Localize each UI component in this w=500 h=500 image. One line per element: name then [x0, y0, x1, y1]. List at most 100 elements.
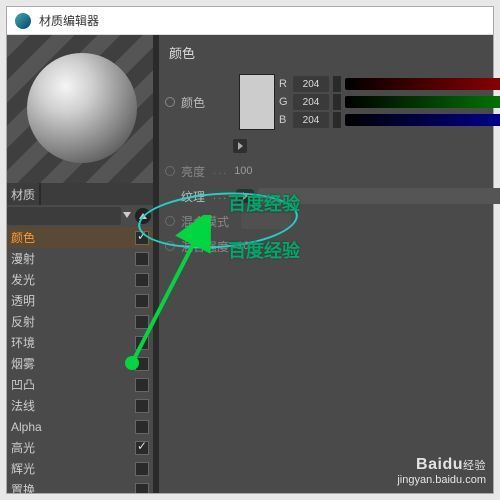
r-label: R	[279, 78, 293, 90]
channel-label: 颜色	[11, 229, 35, 246]
color-swatch[interactable]	[239, 74, 275, 130]
separator	[39, 183, 41, 205]
channel-label: 环境	[11, 334, 35, 351]
channel-label: 置换	[11, 481, 35, 493]
app-body: 材质 颜色漫射发光透明反射环境烟雾凹凸法线 Alpha 高光辉光置换 颜色 颜色	[7, 35, 493, 493]
section-title: 颜色	[165, 43, 500, 62]
expand-toggle-icon[interactable]	[165, 241, 175, 251]
channel-checkbox[interactable]	[135, 462, 149, 476]
channel-checkbox[interactable]	[135, 441, 149, 455]
blend-mode-dropdown[interactable]	[241, 213, 291, 229]
brightness-value[interactable]: 100	[234, 165, 252, 177]
channel-checkbox[interactable]	[135, 378, 149, 392]
channel-label: 辉光	[11, 460, 35, 477]
material-name-label: 材质	[7, 186, 39, 203]
brightness-label: 亮度	[181, 163, 205, 180]
color-label: 颜色	[181, 94, 231, 111]
triangle-up-icon	[139, 213, 147, 219]
rgb-row-r: R 204	[279, 76, 500, 92]
channel-label: 漫射	[11, 250, 35, 267]
shader-row	[7, 205, 155, 227]
channel-row[interactable]: 高光	[7, 437, 155, 458]
b-value-input[interactable]: 204	[293, 112, 329, 128]
material-name-row: 材质	[7, 183, 155, 205]
triangle-right-icon	[243, 192, 248, 200]
g-label: G	[279, 96, 293, 108]
expand-toggle-icon[interactable]	[165, 216, 175, 226]
preview-sphere	[27, 53, 137, 163]
color-model-row	[233, 136, 500, 156]
channel-row[interactable]: 透明	[7, 290, 155, 311]
channel-checkbox[interactable]	[135, 336, 149, 350]
b-slider[interactable]	[345, 114, 500, 126]
r-value-input[interactable]: 204	[293, 76, 329, 92]
r-spinner[interactable]	[333, 76, 341, 92]
texture-slot[interactable]	[258, 188, 500, 204]
material-name-input[interactable]	[43, 183, 155, 205]
channel-label: 透明	[11, 292, 35, 309]
texture-picker-button[interactable]	[236, 189, 254, 203]
b-label: B	[279, 114, 293, 126]
channel-label: 发光	[11, 271, 35, 288]
shader-dropdown[interactable]	[7, 207, 121, 225]
rgb-stack: R 204 G 204 B 204	[279, 76, 500, 128]
channel-checkbox[interactable]	[135, 357, 149, 371]
dots: ...	[213, 165, 228, 177]
channel-label: 法线	[11, 397, 35, 414]
channel-row[interactable]: Alpha	[7, 416, 155, 437]
blend-mode-row: 混合模式	[165, 211, 500, 231]
brightness-row: 亮度 ... 100	[165, 161, 500, 181]
channel-label: Alpha	[11, 420, 42, 434]
channel-row[interactable]: 漫射	[7, 248, 155, 269]
channel-row[interactable]: 法线	[7, 395, 155, 416]
channel-checkbox[interactable]	[135, 273, 149, 287]
b-spinner[interactable]	[333, 112, 341, 128]
channel-row[interactable]: 颜色	[7, 227, 155, 248]
channel-label: 高光	[11, 439, 35, 456]
channel-checkbox[interactable]	[135, 315, 149, 329]
material-preview[interactable]	[7, 35, 155, 183]
channel-row[interactable]: 烟雾	[7, 353, 155, 374]
triangle-right-icon	[238, 142, 243, 150]
blend-mode-label: 混合模式	[181, 213, 229, 230]
channel-row[interactable]: 反射	[7, 311, 155, 332]
channel-label: 反射	[11, 313, 35, 330]
channel-checkbox[interactable]	[135, 399, 149, 413]
dots: ...	[213, 190, 228, 202]
g-value-input[interactable]: 204	[293, 94, 329, 110]
titlebar[interactable]: 材质编辑器	[7, 7, 493, 35]
expand-toggle-icon[interactable]	[165, 166, 175, 176]
channel-checkbox[interactable]	[135, 231, 149, 245]
channel-row[interactable]: 凹凸	[7, 374, 155, 395]
right-panel: 颜色 颜色 R 204 G 204	[155, 35, 500, 493]
channel-checkbox[interactable]	[135, 294, 149, 308]
window-title: 材质编辑器	[39, 12, 99, 29]
g-spinner[interactable]	[333, 94, 341, 110]
expand-toggle-icon[interactable]	[165, 97, 175, 107]
channel-checkbox[interactable]	[135, 420, 149, 434]
channel-row[interactable]: 发光	[7, 269, 155, 290]
app-icon	[15, 13, 31, 29]
channel-row[interactable]: 置换	[7, 479, 155, 493]
channel-label: 凹凸	[11, 376, 35, 393]
r-slider[interactable]	[345, 78, 500, 90]
blend-strength-row: 混合强度 10	[165, 236, 500, 256]
blend-strength-value[interactable]: 10	[237, 240, 249, 252]
panel-divider[interactable]	[153, 35, 159, 493]
texture-row: 纹理 ...	[165, 186, 500, 206]
g-slider[interactable]	[345, 96, 500, 108]
blend-strength-label: 混合强度	[181, 238, 229, 255]
nav-button[interactable]	[135, 208, 151, 224]
channel-row[interactable]: 辉光	[7, 458, 155, 479]
texture-label: 纹理	[181, 188, 205, 205]
channel-checkbox[interactable]	[135, 483, 149, 494]
left-column: 材质 颜色漫射发光透明反射环境烟雾凹凸法线 Alpha 高光辉光置换	[7, 35, 155, 493]
channel-label: 烟雾	[11, 355, 35, 372]
color-model-expand[interactable]	[233, 139, 247, 153]
rgb-row-b: B 204	[279, 112, 500, 128]
channel-checkbox[interactable]	[135, 252, 149, 266]
channel-row[interactable]: 环境	[7, 332, 155, 353]
app-window: 材质编辑器 材质 颜色漫射发光透明反射环境烟雾凹凸法线 Alpha 高光辉光置换 颜…	[6, 6, 494, 494]
chevron-down-icon[interactable]	[123, 212, 131, 220]
color-row: 颜色 R 204 G 204	[165, 74, 500, 130]
